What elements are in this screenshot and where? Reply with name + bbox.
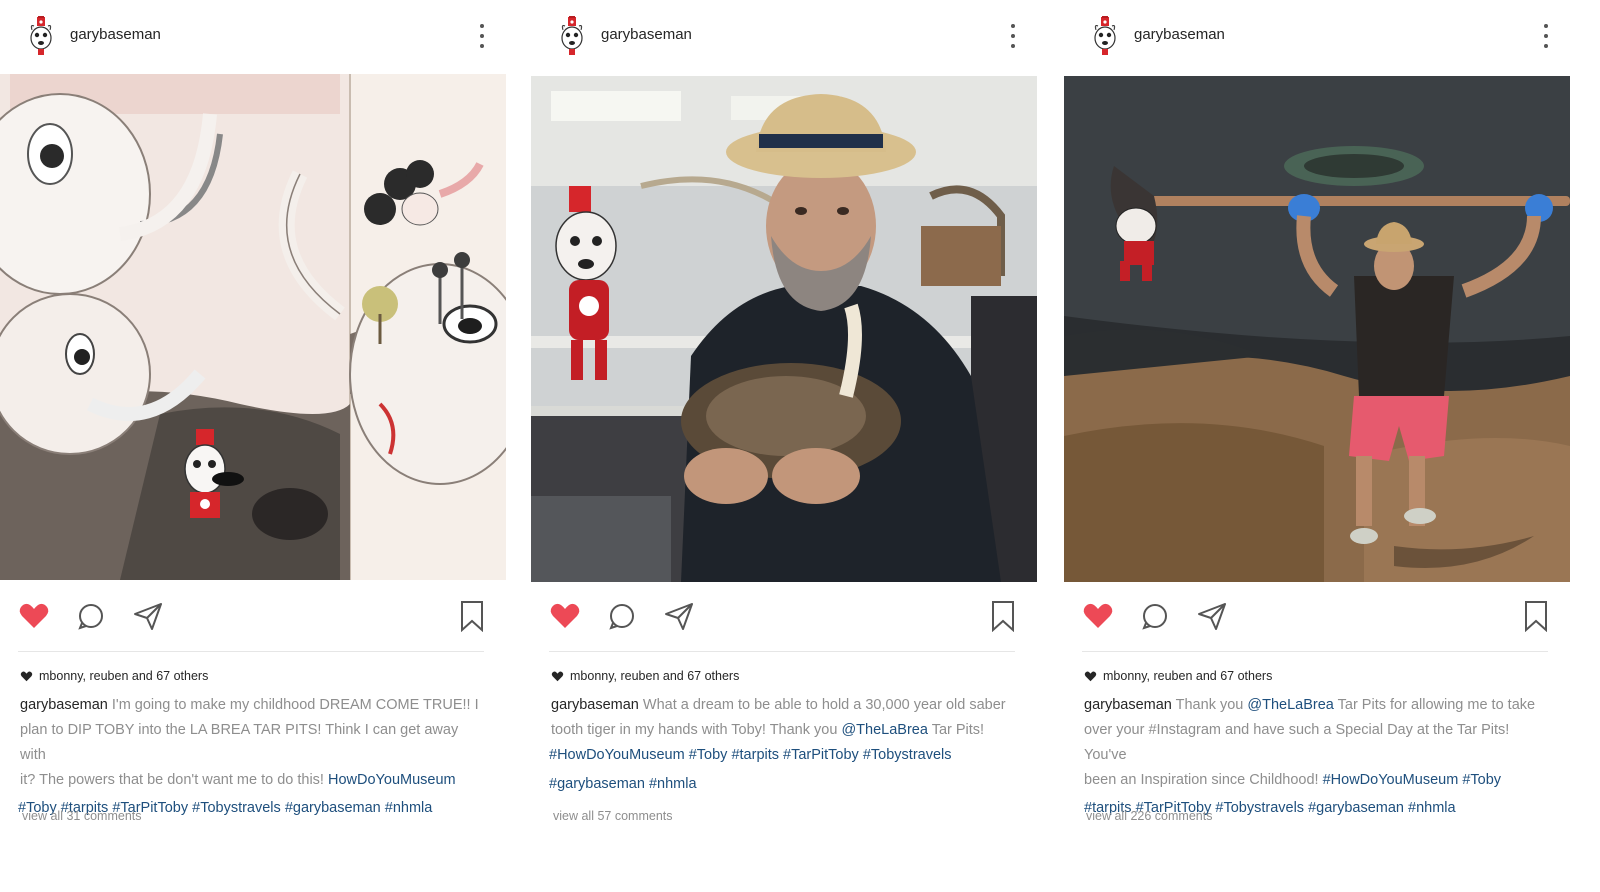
caption-line-1: I'm going to make my childhood DREAM COM… bbox=[111, 697, 479, 713]
view-comments-link[interactable]: view all 57 comments bbox=[553, 809, 673, 823]
action-bar bbox=[531, 582, 1037, 652]
more-options-icon[interactable] bbox=[478, 22, 486, 52]
divider bbox=[1082, 651, 1548, 652]
action-bar bbox=[1064, 582, 1570, 652]
share-icon[interactable] bbox=[132, 600, 164, 632]
toby-avatar-icon[interactable] bbox=[1092, 16, 1118, 56]
post-photo[interactable] bbox=[0, 74, 506, 580]
hashtag[interactable]: #Toby bbox=[1462, 772, 1501, 788]
comment-icon[interactable] bbox=[75, 600, 107, 632]
small-heart-icon bbox=[551, 671, 564, 682]
share-icon[interactable] bbox=[1196, 600, 1228, 632]
heart-icon[interactable] bbox=[549, 600, 581, 632]
caption-after-mention: Tar Pits! bbox=[931, 722, 985, 738]
heart-icon[interactable] bbox=[18, 600, 50, 632]
post-header: garybaseman bbox=[531, 0, 1037, 72]
caption-after-mention: Tar Pits for allowing me to take bbox=[1337, 697, 1536, 713]
likes-text: mbonny, reuben and 67 others bbox=[570, 669, 740, 683]
post-username[interactable]: garybaseman bbox=[70, 26, 161, 43]
hashtag[interactable]: #HowDoYouMuseum bbox=[1323, 772, 1459, 788]
caption-line-2: over your #Instagram and have such a Spe… bbox=[1084, 722, 1510, 763]
likes-text: mbonny, reuben and 67 others bbox=[1103, 669, 1273, 683]
post-header: garybaseman bbox=[1064, 0, 1570, 72]
heart-icon[interactable] bbox=[1082, 600, 1114, 632]
caption-before-mention: Thank you bbox=[1175, 697, 1244, 713]
divider bbox=[18, 651, 484, 652]
hashtag[interactable]: #Toby bbox=[689, 747, 728, 763]
view-comments-link[interactable]: view all 31 comments bbox=[22, 809, 142, 823]
mention-link[interactable]: @TheLaBrea bbox=[1247, 697, 1333, 713]
hashtag[interactable]: #garybaseman bbox=[1308, 800, 1404, 816]
divider bbox=[549, 651, 1015, 652]
small-heart-icon bbox=[1084, 671, 1097, 682]
post-username[interactable]: garybaseman bbox=[1134, 26, 1225, 43]
caption: garybaseman I'm going to make my childho… bbox=[18, 693, 484, 821]
post-photo[interactable] bbox=[531, 76, 1037, 582]
caption-line-2: tooth tiger in my hands with Toby! Thank… bbox=[551, 722, 838, 738]
bookmark-icon[interactable] bbox=[987, 600, 1019, 632]
likes-summary[interactable]: mbonny, reuben and 67 others bbox=[551, 669, 739, 683]
hashtag[interactable]: #HowDoYouMuseum bbox=[549, 747, 685, 763]
caption-line-3: it? The powers that be don't want me to … bbox=[20, 772, 324, 788]
mention-link[interactable]: @TheLaBrea bbox=[841, 722, 927, 738]
caption-username[interactable]: garybaseman bbox=[20, 697, 108, 713]
caption-link[interactable]: HowDoYouMuseum bbox=[328, 772, 456, 788]
toby-avatar-icon[interactable] bbox=[559, 16, 585, 56]
post-header: garybaseman bbox=[0, 0, 506, 72]
post-photo[interactable] bbox=[1064, 76, 1570, 582]
caption-line-2: plan to DIP TOBY into the LA BREA TAR PI… bbox=[20, 722, 459, 763]
likes-summary[interactable]: mbonny, reuben and 67 others bbox=[1084, 669, 1272, 683]
hashtag[interactable]: #nhmla bbox=[385, 800, 433, 816]
hashtag[interactable]: #Tobystravels bbox=[192, 800, 281, 816]
action-bar bbox=[0, 582, 506, 652]
small-heart-icon bbox=[20, 671, 33, 682]
toby-avatar-icon[interactable] bbox=[28, 16, 54, 56]
view-comments-link[interactable]: view all 226 comments bbox=[1086, 809, 1212, 823]
hashtag[interactable]: #nhmla bbox=[649, 776, 697, 792]
post-1: garybaseman mbonny, reuben and 67 others… bbox=[0, 0, 506, 892]
likes-text: mbonny, reuben and 67 others bbox=[39, 669, 209, 683]
hashtag[interactable]: #Tobystravels bbox=[1215, 800, 1304, 816]
caption: garybaseman What a dream to be able to h… bbox=[549, 693, 1015, 797]
hashtag[interactable]: #TarPitToby bbox=[783, 747, 859, 763]
hashtag[interactable]: #tarpits bbox=[731, 747, 779, 763]
post-2: garybaseman mbonny, reuben and 67 others… bbox=[531, 0, 1037, 892]
bookmark-icon[interactable] bbox=[1520, 600, 1552, 632]
caption-line-1: What a dream to be able to hold a 30,000… bbox=[642, 697, 1006, 713]
post-3: garybaseman mbonny, reuben and 67 others… bbox=[1064, 0, 1570, 892]
more-options-icon[interactable] bbox=[1009, 22, 1017, 52]
caption-username[interactable]: garybaseman bbox=[1084, 697, 1172, 713]
likes-summary[interactable]: mbonny, reuben and 67 others bbox=[20, 669, 208, 683]
post-username[interactable]: garybaseman bbox=[601, 26, 692, 43]
caption: garybaseman Thank you @TheLaBrea Tar Pit… bbox=[1084, 693, 1548, 821]
hashtag[interactable]: #Tobystravels bbox=[863, 747, 952, 763]
hashtag[interactable]: #nhmla bbox=[1408, 800, 1456, 816]
comment-icon[interactable] bbox=[606, 600, 638, 632]
comment-icon[interactable] bbox=[1139, 600, 1171, 632]
share-icon[interactable] bbox=[663, 600, 695, 632]
bookmark-icon[interactable] bbox=[456, 600, 488, 632]
more-options-icon[interactable] bbox=[1542, 22, 1550, 52]
caption-username[interactable]: garybaseman bbox=[551, 697, 639, 713]
hashtag[interactable]: #garybaseman bbox=[549, 776, 645, 792]
hashtag[interactable]: #garybaseman bbox=[285, 800, 381, 816]
caption-line-3: been an Inspiration since Childhood! bbox=[1084, 772, 1319, 788]
